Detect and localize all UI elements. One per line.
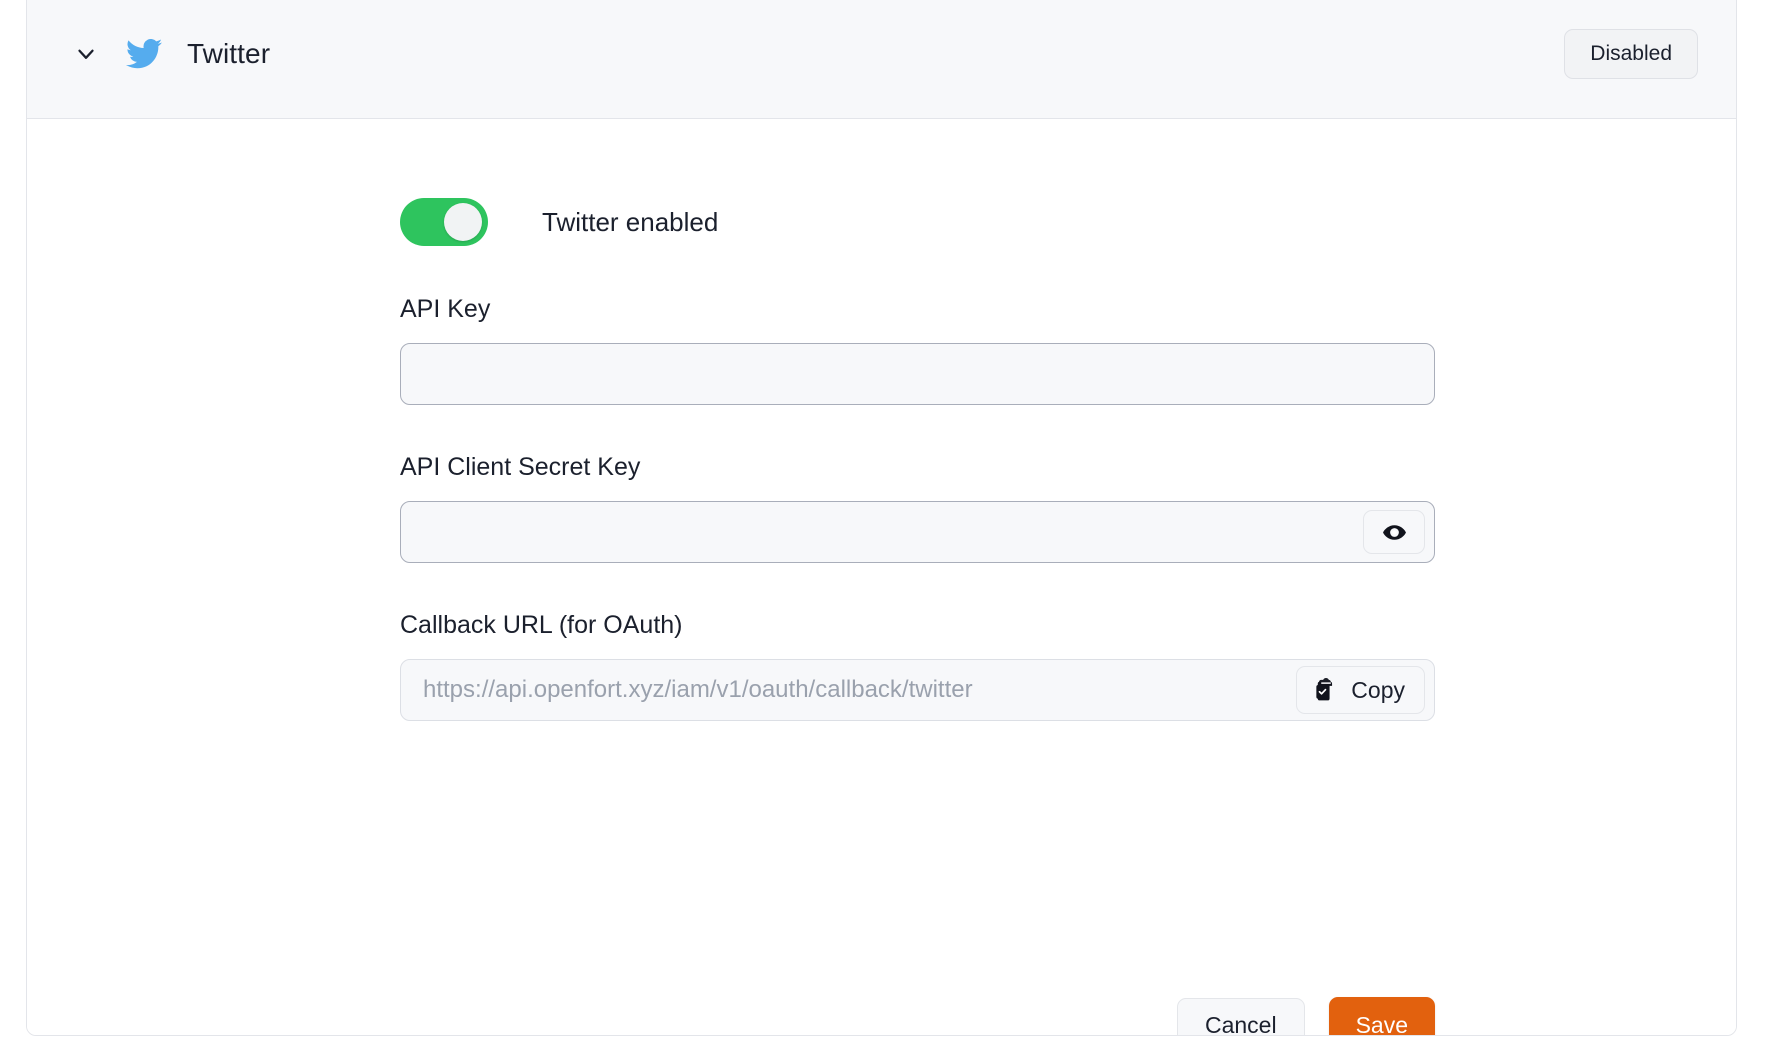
collapse-toggle-button[interactable]: [69, 37, 103, 71]
api-key-label: API Key: [400, 295, 491, 323]
twitter-enabled-label: Twitter enabled: [542, 207, 719, 237]
twitter-enabled-switch[interactable]: [400, 198, 488, 246]
form-actions: Cancel Save: [1176, 997, 1435, 1035]
api-secret-field-group: API Client Secret Key: [400, 455, 1435, 563]
cancel-button[interactable]: Cancel: [1176, 998, 1305, 1035]
copy-callback-url-button[interactable]: Copy: [1296, 666, 1425, 714]
callback-url-field-group: Callback URL (for OAuth) https://api.ope…: [400, 613, 1435, 721]
card-body: Twitter enabled API Key API Client Secre…: [27, 119, 1736, 1035]
page-root: Twitter Disabled Twitter enabled API Key: [0, 0, 1780, 1058]
provider-settings-card: Twitter Disabled Twitter enabled API Key: [26, 0, 1737, 1036]
api-secret-label: API Client Secret Key: [400, 453, 641, 481]
eye-icon: [1382, 520, 1407, 545]
provider-title: Twitter: [187, 37, 271, 69]
api-secret-input-wrap: [400, 501, 1435, 563]
chevron-down-icon: [73, 41, 99, 67]
toggle-secret-visibility-button[interactable]: [1363, 510, 1425, 554]
api-key-input-wrap: [400, 343, 1435, 405]
copy-button-label: Copy: [1351, 676, 1405, 703]
switch-knob: [444, 203, 482, 241]
twitter-bird-icon: [125, 35, 163, 73]
callback-url-input[interactable]: [400, 659, 1435, 721]
callback-url-input-wrap: Copy: [400, 659, 1435, 721]
card-header[interactable]: Twitter Disabled: [27, 0, 1736, 119]
api-secret-input[interactable]: [400, 501, 1435, 563]
callback-url-label: Callback URL (for OAuth): [400, 611, 683, 639]
api-key-input[interactable]: [400, 343, 1435, 405]
enable-toggle-row: Twitter enabled: [400, 197, 1435, 247]
api-key-field-group: API Key: [400, 297, 1435, 405]
clipboard-check-icon: [1313, 677, 1339, 703]
provider-form: Twitter enabled API Key API Client Secre…: [400, 197, 1435, 1035]
status-badge[interactable]: Disabled: [1564, 28, 1698, 79]
save-button[interactable]: Save: [1328, 997, 1435, 1035]
